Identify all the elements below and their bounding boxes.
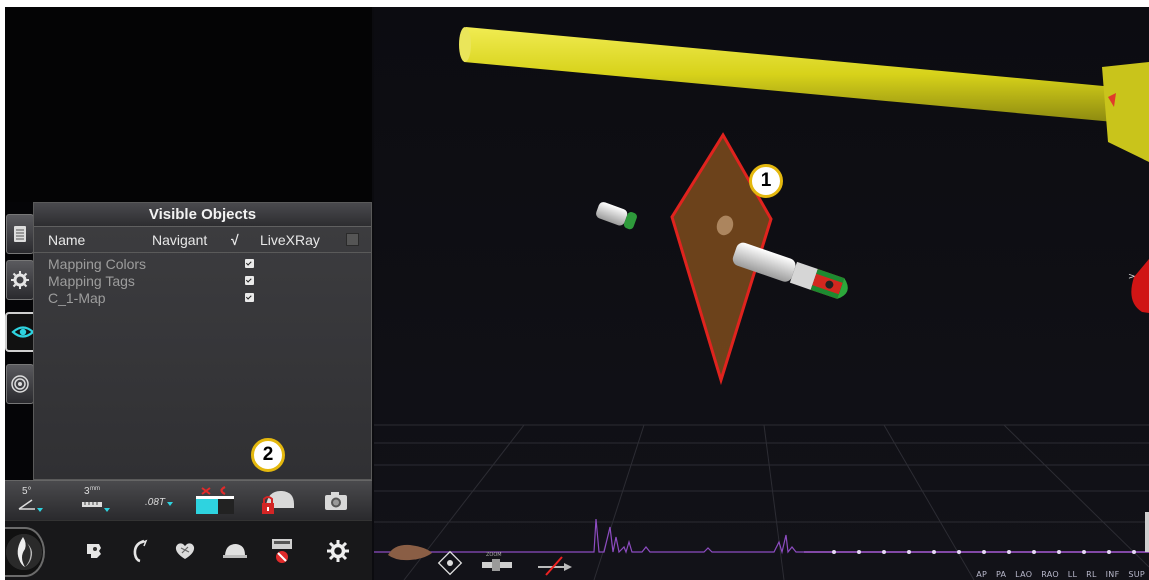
view-rl[interactable]: RL — [1086, 570, 1097, 579]
viewport-scroll-handle[interactable] — [1145, 512, 1149, 552]
distance-value: 3 — [84, 486, 90, 497]
field-strength-button[interactable]: .08T — [141, 485, 177, 517]
column-navigant: Navigant — [152, 232, 208, 248]
view-ap[interactable]: AP — [976, 570, 987, 579]
left-pane: Visible Objects Name Navigant √ LiveXRay… — [5, 7, 372, 580]
viewport-scene: > — [374, 7, 1149, 580]
column-name: Name — [48, 232, 86, 248]
distance-unit: mm — [90, 486, 100, 492]
gear-icon — [11, 271, 29, 289]
camera-icon — [325, 492, 347, 510]
callout-1: 1 — [749, 164, 783, 198]
heart-button[interactable] — [170, 537, 200, 565]
curve-icon — [133, 539, 148, 563]
panel-title: Visible Objects — [34, 203, 371, 227]
lock-helmet-icon — [262, 490, 294, 514]
eye-icon — [11, 326, 35, 338]
row-label: Mapping Tags — [48, 273, 135, 289]
tab-target[interactable] — [6, 364, 34, 404]
bottom-bar — [5, 520, 372, 580]
angle-value: 5° — [22, 486, 32, 497]
column-livexray: LiveXRay — [260, 232, 320, 248]
view-inf[interactable]: INF — [1106, 570, 1120, 579]
curve-button[interactable] — [125, 537, 155, 565]
view-orientation-buttons: AP PA LAO RAO LL RL INF SUP — [970, 570, 1145, 579]
row-label: C_1-Map — [48, 290, 106, 306]
view-ll[interactable]: LL — [1068, 570, 1078, 579]
3d-viewport[interactable]: > ZOOM 1 AP PA LAO RAO LL RL INF SUP — [374, 7, 1149, 580]
row-label: Mapping Colors — [48, 256, 147, 272]
camera-button[interactable] — [320, 485, 352, 517]
target-icon — [11, 375, 29, 393]
callout-2: 2 — [251, 438, 285, 472]
view-rao[interactable]: RAO — [1041, 570, 1059, 579]
list-item: Mapping Colors — [34, 256, 371, 273]
visible-objects-panel: Visible Objects Name Navigant √ LiveXRay… — [33, 202, 372, 480]
lock-helmet-button[interactable] — [258, 485, 298, 517]
angle-button[interactable]: 5° — [15, 485, 49, 517]
svg-text:>: > — [1128, 272, 1136, 282]
helmet-icon — [223, 544, 247, 558]
list-item: C_1-Map — [34, 290, 371, 307]
navigant-checkbox[interactable] — [245, 276, 254, 285]
catheter-button[interactable] — [80, 537, 110, 565]
view-sup[interactable]: SUP — [1128, 570, 1145, 579]
column-header-row: Name Navigant √ LiveXRay — [34, 227, 371, 253]
navigant-logo-button[interactable] — [5, 527, 45, 577]
magnet-toggle-button[interactable] — [193, 485, 239, 517]
navigant-checkbox[interactable] — [245, 293, 254, 302]
document-icon — [14, 226, 26, 242]
distance-button[interactable]: 3 mm — [79, 485, 115, 517]
tab-settings[interactable] — [6, 260, 34, 300]
catheter-icon — [87, 544, 101, 558]
settings-button[interactable] — [323, 537, 353, 565]
left-empty-area — [5, 7, 372, 202]
tab-document[interactable] — [6, 214, 34, 254]
view-lao[interactable]: LAO — [1015, 570, 1032, 579]
helmet-button[interactable] — [220, 537, 250, 565]
tool-row: 5° 3 mm .08T — [5, 480, 372, 520]
zoom-label: ZOOM — [486, 552, 502, 558]
side-tab-strip — [5, 214, 39, 404]
no-record-icon — [272, 539, 292, 563]
navigant-check-all[interactable]: √ — [231, 232, 239, 248]
settings-gear-icon — [327, 540, 349, 562]
navigant-checkbox[interactable] — [245, 259, 254, 268]
no-record-button[interactable] — [267, 537, 297, 565]
view-pa[interactable]: PA — [996, 570, 1006, 579]
livexray-checkbox[interactable] — [346, 233, 359, 246]
angle-icon — [18, 499, 43, 512]
heart-icon — [175, 543, 195, 559]
list-item: Mapping Tags — [34, 273, 371, 290]
navigant-logo-icon — [17, 537, 33, 567]
magnet-toggle-icon — [196, 486, 234, 514]
field-value: .08T — [145, 497, 166, 508]
app-window: Visible Objects Name Navigant √ LiveXRay… — [5, 7, 1149, 580]
